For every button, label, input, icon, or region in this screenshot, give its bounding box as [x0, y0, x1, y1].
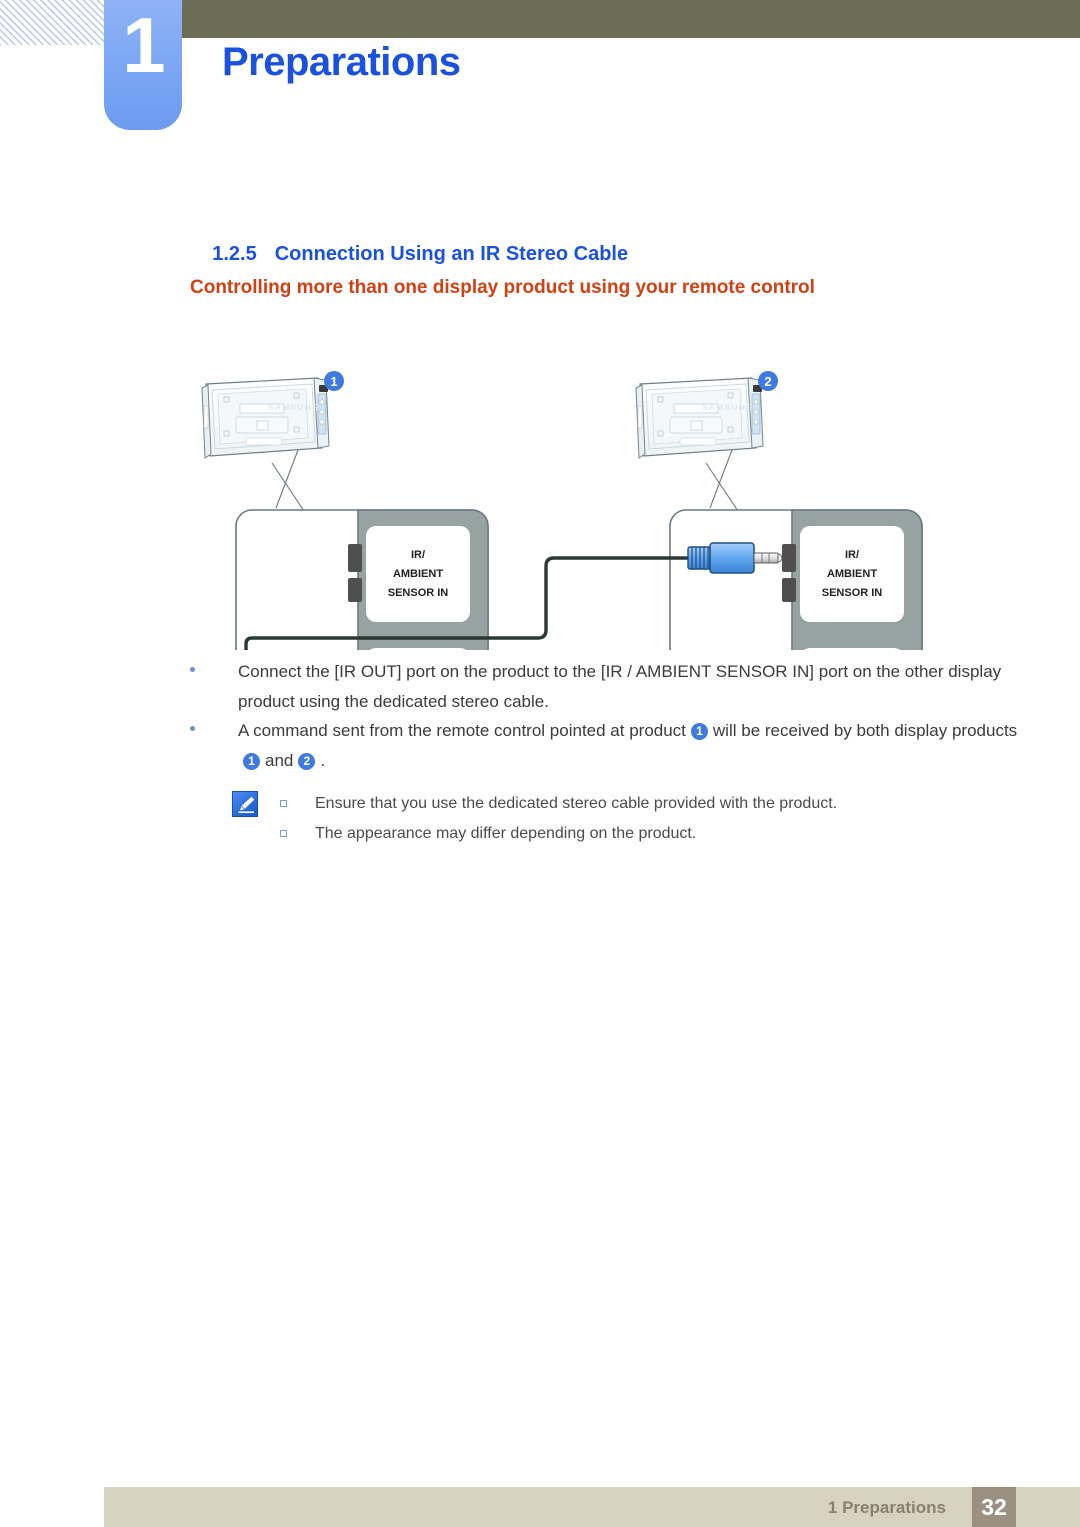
subsection-heading: Controlling more than one display produc…	[190, 277, 815, 298]
device-2-port-label-sensorin: SENSOR IN	[822, 587, 883, 599]
note-item: Ensure that you use the dedicated stereo…	[280, 791, 837, 817]
samsung-brand-label-1: SAMSUNG	[268, 402, 320, 412]
display-product-1-illustration: SAMSUNG	[201, 377, 330, 459]
section-title: Connection Using an IR Stereo Cable	[274, 243, 629, 265]
note-text-2: The appearance may differ depending on t…	[315, 825, 697, 842]
note-pen-icon	[232, 791, 258, 817]
svg-text:1: 1	[330, 374, 337, 389]
svg-text:2: 2	[764, 374, 771, 389]
device-2-badge: 2	[758, 371, 778, 391]
footer-page-number: 32	[972, 1487, 1016, 1527]
footer-chapter-label: 1 Preparations	[827, 1498, 946, 1517]
bullet-2-text: A command sent from the remote control p…	[238, 716, 1028, 776]
display-product-2-illustration: SAMSUNG	[635, 377, 764, 459]
device-1-port-label-ir: IR/	[411, 549, 425, 561]
inline-badge-2: 1	[243, 753, 260, 770]
ir-cable-connection-diagram: SAMSUNG 1 IR/ AMBIENT SENSOR IN SAMSUNG …	[180, 330, 950, 650]
device-1-port-label-ambient: AMBIENT	[393, 568, 443, 580]
device-1-port-panel: IR/ AMBIENT SENSOR IN IR OUT	[235, 509, 489, 650]
bullet-2-pre: A command sent from the remote control p…	[238, 721, 686, 740]
device-1-ir-sensor-socket	[348, 544, 362, 572]
note-square-bullet-icon	[280, 830, 287, 837]
page-footer-bar: 1 Preparations	[104, 1487, 1080, 1527]
device-2-port-label-ambient: AMBIENT	[827, 568, 877, 580]
bullet-2-post: .	[320, 751, 326, 770]
note-text-1: Ensure that you use the dedicated stereo…	[315, 795, 838, 812]
device-2-port-panel: IR/ AMBIENT SENSOR IN IR OUT	[669, 509, 923, 650]
note-item: The appearance may differ depending on t…	[280, 821, 696, 847]
bullet-1-text: Connect the [IR OUT] port on the product…	[238, 662, 1002, 711]
note-square-bullet-icon	[280, 800, 287, 807]
samsung-brand-label-2: SAMSUNG	[702, 402, 754, 412]
bullet-2-mid: will be received by both display product…	[712, 721, 1018, 740]
bullet-item-connect-ports: Connect the [IR OUT] port on the product…	[190, 657, 1028, 717]
bullet-dot-icon	[190, 726, 195, 731]
bullet-item-remote-command: A command sent from the remote control p…	[190, 716, 1028, 776]
inline-badge-3: 2	[298, 753, 316, 770]
device-1-port-label-sensorin: SENSOR IN	[388, 587, 449, 599]
device-2-ir-sensor-socket	[782, 544, 796, 572]
bullet-dot-icon	[190, 667, 195, 672]
inline-badge-1: 1	[690, 723, 708, 740]
page-content: 1.2.5 Connection Using an IR Stereo Cable…	[0, 0, 1080, 1527]
device-1-badge: 1	[324, 371, 344, 391]
section-number: 1.2.5	[212, 243, 257, 265]
bullet-2-conj: and	[265, 751, 294, 770]
device-2-port-label-ir: IR/	[845, 549, 859, 561]
